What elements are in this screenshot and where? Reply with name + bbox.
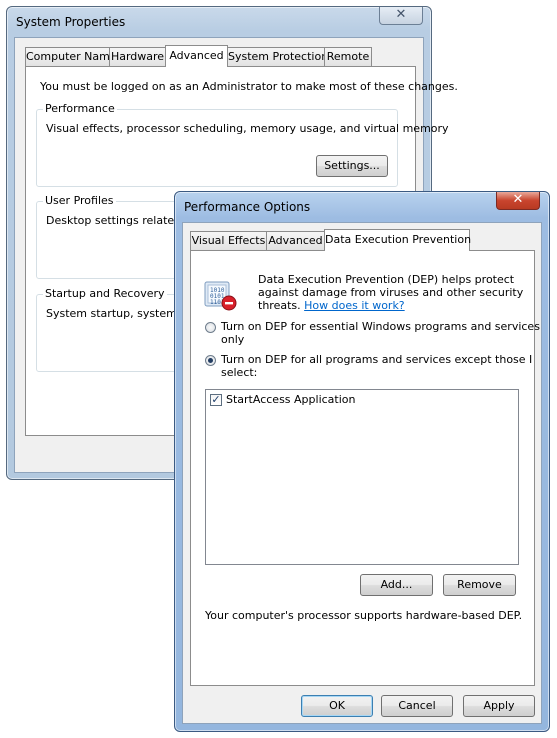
how-does-it-work-link[interactable]: How does it work? <box>304 299 405 312</box>
startaccess-checkbox[interactable]: ✓ <box>210 394 222 406</box>
dep-shield-icon: 1010 0101 1101 <box>203 279 239 313</box>
hardware-dep-note: Your computer's processor supports hardw… <box>205 609 523 622</box>
radio-dep-essential[interactable] <box>205 322 216 333</box>
tab-advanced-label: Advanced <box>169 49 224 62</box>
performance-options-titlebar[interactable]: Performance Options ✕ <box>175 192 549 220</box>
system-properties-close-button[interactable]: ✕ <box>379 7 423 25</box>
system-properties-title: System Properties <box>16 15 126 29</box>
tab-system-protection-label: System Protection <box>228 50 329 63</box>
admin-note: You must be logged on as an Administrato… <box>40 80 458 93</box>
tab-system-protection[interactable]: System Protection <box>227 47 329 66</box>
tab-advanced[interactable]: Advanced <box>165 45 228 67</box>
radio-dep-essential-line2[interactable]: only <box>221 333 244 346</box>
performance-settings-button[interactable]: Settings... <box>316 155 388 177</box>
tab-hardware[interactable]: Hardware <box>109 47 166 66</box>
tab-data-execution-prevention[interactable]: Data Execution Prevention <box>324 229 472 251</box>
system-properties-titlebar[interactable]: System Properties ✕ <box>7 7 431 35</box>
close-icon: ✕ <box>395 7 407 22</box>
startup-recovery-legend: Startup and Recovery <box>43 287 167 300</box>
list-item[interactable]: ✓ StartAccess Application <box>210 393 410 407</box>
performance-options-tabs: Visual Effects Advanced Data Execution P… <box>190 229 480 251</box>
tab-remote[interactable]: Remote <box>324 47 372 66</box>
dep-intro-line2: against damage from viruses and other se… <box>258 286 524 299</box>
tab-advanced-label: Advanced <box>268 234 323 247</box>
dep-tab-page: 1010 0101 1101 Data Execution Prevention… <box>190 250 540 686</box>
tab-computer-name[interactable]: Computer Name <box>25 47 117 66</box>
tab-hardware-label: Hardware <box>110 50 165 63</box>
remove-button[interactable]: Remove <box>443 574 516 596</box>
tab-advanced[interactable]: Advanced <box>266 231 325 250</box>
tab-visual-effects[interactable]: Visual Effects <box>190 231 267 250</box>
user-profiles-legend: User Profiles <box>43 194 116 207</box>
tab-remote-label: Remote <box>326 50 370 63</box>
radio-dep-essential-line1[interactable]: Turn on DEP for essential Windows progra… <box>221 320 540 333</box>
dep-intro-line1: Data Execution Prevention (DEP) helps pr… <box>258 273 515 286</box>
radio-dep-all-line1[interactable]: Turn on DEP for all programs and service… <box>221 353 532 366</box>
dep-intro-line3: threats. How does it work? <box>258 299 405 312</box>
radio-dep-all-line2[interactable]: select: <box>221 366 257 379</box>
dep-intro-threats: threats. <box>258 299 301 312</box>
close-icon: ✕ <box>512 192 524 207</box>
add-button[interactable]: Add... <box>360 574 433 596</box>
dep-exceptions-list[interactable]: ✓ StartAccess Application <box>205 389 519 565</box>
performance-options-client: Visual Effects Advanced Data Execution P… <box>182 222 542 724</box>
performance-options-title: Performance Options <box>184 200 311 214</box>
performance-options-window[interactable]: Performance Options ✕ Visual Effects Adv… <box>174 191 550 732</box>
radio-dep-all[interactable] <box>205 355 216 366</box>
tab-dep-label: Data Execution Prevention <box>325 233 472 246</box>
performance-options-close-button[interactable]: ✕ <box>496 192 540 210</box>
tab-computer-name-label: Computer Name <box>26 50 117 63</box>
performance-description: Visual effects, processor scheduling, me… <box>46 122 449 135</box>
cancel-button[interactable]: Cancel <box>381 695 453 717</box>
tab-visual-effects-label: Visual Effects <box>191 234 266 247</box>
ok-button[interactable]: OK <box>301 695 373 717</box>
startaccess-label[interactable]: StartAccess Application <box>226 393 356 406</box>
performance-legend: Performance <box>43 102 117 115</box>
apply-button[interactable]: Apply <box>463 695 535 717</box>
system-properties-tabs: Computer Name Hardware Advanced System P… <box>25 45 385 67</box>
performance-group: Performance Visual effects, processor sc… <box>36 102 449 187</box>
